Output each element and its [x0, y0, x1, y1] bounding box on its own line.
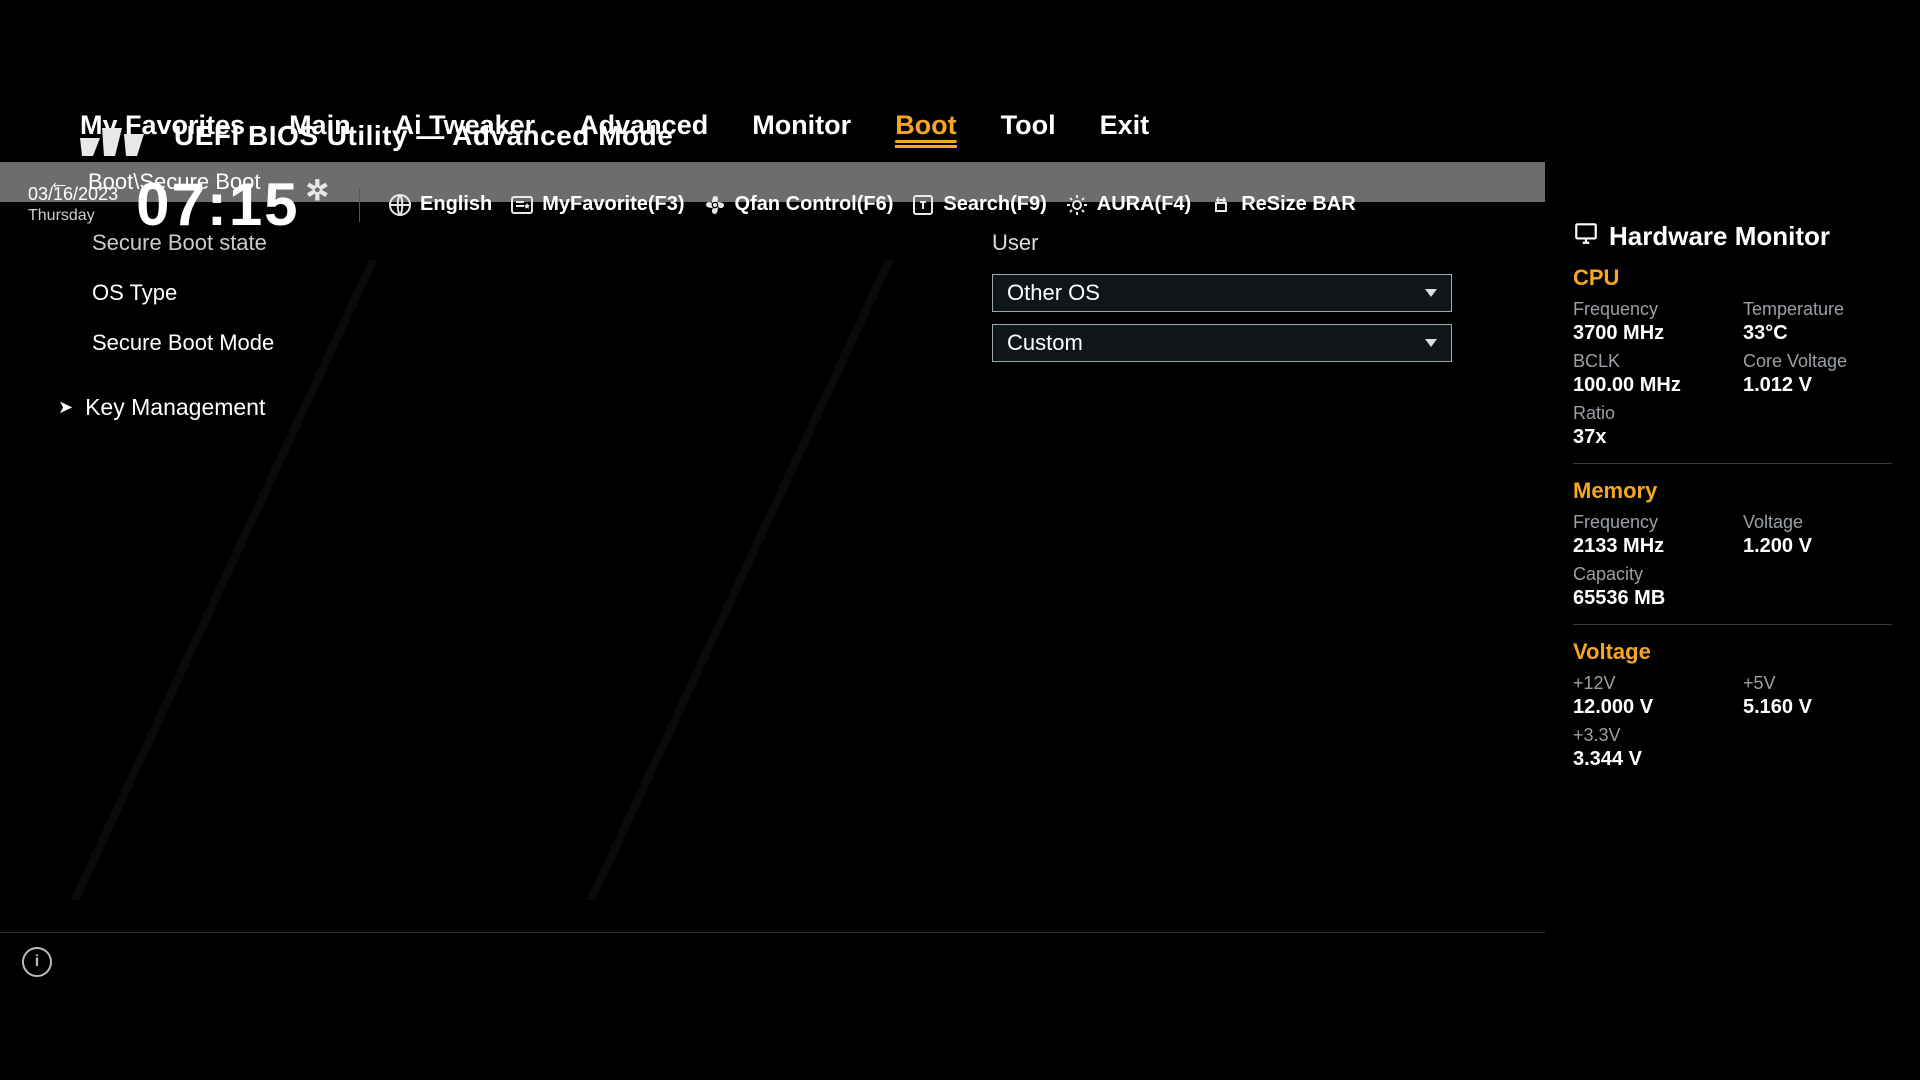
cpu-ratio-label: Ratio	[1573, 403, 1713, 424]
select-secure-boot-mode[interactable]: Custom	[992, 324, 1452, 362]
section-cpu-title: CPU	[1573, 265, 1892, 291]
cpu-corev-label: Core Voltage	[1743, 351, 1883, 372]
v5-value: 5.160 V	[1743, 696, 1883, 719]
fan-icon	[703, 193, 727, 217]
date-text: 03/16/2023	[28, 183, 118, 206]
submenu-arrow-icon: ➤	[58, 397, 73, 418]
star-list-icon	[510, 193, 534, 217]
header: UEFI BIOS Utility — Advanced Mode 03/16/…	[0, 110, 1920, 168]
search-label: Search(F9)	[943, 193, 1046, 216]
v12-value: 12.000 V	[1573, 696, 1713, 719]
search-icon	[911, 193, 935, 217]
submenu-key-management-label: Key Management	[85, 394, 265, 421]
submenu-key-management[interactable]: ➤ Key Management	[58, 394, 1497, 421]
resize-label: ReSize BAR	[1241, 193, 1355, 216]
brand-logo	[80, 120, 150, 168]
monitor-icon	[1573, 220, 1599, 253]
language-button[interactable]: English	[388, 193, 492, 217]
mem-voltage-value: 1.200 V	[1743, 535, 1883, 558]
cpu-bclk-label: BCLK	[1573, 351, 1713, 372]
mem-frequency-value: 2133 MHz	[1573, 535, 1713, 558]
myfavorite-button[interactable]: MyFavorite(F3)	[510, 193, 684, 217]
settings-panel: Secure Boot state User OS Type Other OS …	[0, 218, 1545, 421]
mem-frequency-label: Frequency	[1573, 512, 1713, 533]
row-secure-boot-mode: Secure Boot Mode Custom	[92, 318, 1497, 368]
date-block: 03/16/2023 Thursday	[28, 183, 118, 226]
mem-capacity-value: 65536 MB	[1573, 587, 1713, 610]
aura-button[interactable]: AURA(F4)	[1065, 193, 1191, 217]
resize-icon	[1209, 193, 1233, 217]
aura-icon	[1065, 193, 1089, 217]
help-info-bar: i	[0, 932, 1545, 991]
globe-icon	[388, 193, 412, 217]
day-of-week: Thursday	[28, 206, 118, 226]
divider	[1573, 463, 1892, 464]
mem-capacity-label: Capacity	[1573, 564, 1713, 585]
search-button[interactable]: Search(F9)	[911, 193, 1046, 217]
cpu-temperature-value: 33°C	[1743, 322, 1883, 345]
myfavorite-label: MyFavorite(F3)	[542, 193, 684, 216]
hardware-monitor-panel: Hardware Monitor CPU Frequency3700 MHz T…	[1545, 220, 1920, 777]
select-os-type[interactable]: Other OS	[992, 274, 1452, 312]
v12-label: +12V	[1573, 673, 1713, 694]
section-memory-title: Memory	[1573, 478, 1892, 504]
gear-icon[interactable]: ✲	[306, 174, 331, 207]
cpu-bclk-value: 100.00 MHz	[1573, 374, 1713, 397]
v33-label: +3.3V	[1573, 725, 1713, 746]
select-secure-boot-mode-value: Custom	[1007, 330, 1083, 356]
section-voltage-title: Voltage	[1573, 639, 1892, 665]
qfan-button[interactable]: Qfan Control(F6)	[703, 193, 894, 217]
cpu-frequency-label: Frequency	[1573, 299, 1713, 320]
clock: 07:15 ✲	[136, 170, 331, 239]
language-label: English	[420, 193, 492, 216]
label-secure-boot-mode: Secure Boot Mode	[92, 330, 992, 356]
v5-label: +5V	[1743, 673, 1883, 694]
chevron-down-icon	[1425, 289, 1437, 297]
divider	[1573, 624, 1892, 625]
cpu-ratio-value: 37x	[1573, 426, 1713, 449]
separator	[359, 188, 360, 222]
time-text: 07:15	[136, 170, 299, 239]
cpu-corev-value: 1.012 V	[1743, 374, 1883, 397]
select-os-type-value: Other OS	[1007, 280, 1100, 306]
resizebar-button[interactable]: ReSize BAR	[1209, 193, 1355, 217]
cpu-frequency-value: 3700 MHz	[1573, 322, 1713, 345]
app-title: UEFI BIOS Utility — Advanced Mode	[174, 120, 673, 152]
row-os-type: OS Type Other OS	[92, 268, 1497, 318]
hardware-monitor-title: Hardware Monitor	[1609, 221, 1830, 252]
aura-label: AURA(F4)	[1097, 193, 1191, 216]
info-icon: i	[22, 947, 52, 977]
chevron-down-icon	[1425, 339, 1437, 347]
cpu-temperature-label: Temperature	[1743, 299, 1883, 320]
v33-value: 3.344 V	[1573, 748, 1713, 771]
mem-voltage-label: Voltage	[1743, 512, 1883, 533]
qfan-label: Qfan Control(F6)	[735, 193, 894, 216]
label-os-type: OS Type	[92, 280, 992, 306]
